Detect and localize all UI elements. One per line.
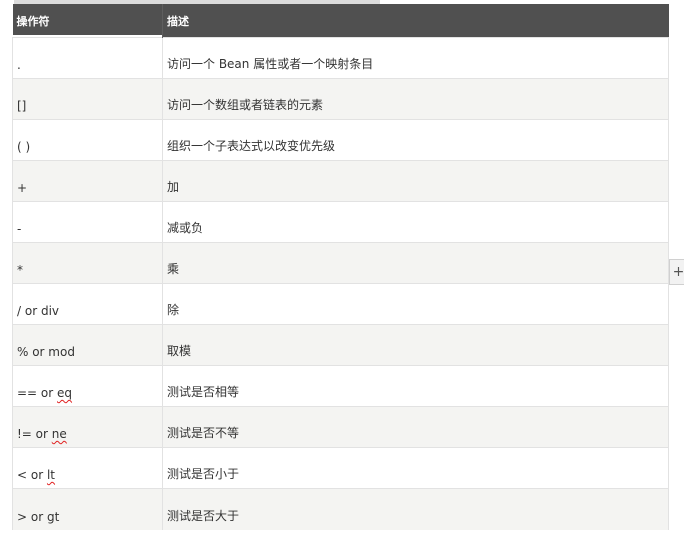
- spellcheck-word[interactable]: ne: [52, 427, 67, 441]
- table-row: . 访问一个 Bean 属性或者一个映射条目: [12, 37, 669, 79]
- description-cell: 访问一个 Bean 属性或者一个映射条目: [162, 37, 669, 79]
- description-cell: 除: [162, 283, 669, 325]
- operator-cell: != or ne: [12, 406, 163, 448]
- operator-cell: > or gt: [12, 488, 163, 530]
- el-operators-table: 操作符 描述 . 访问一个 Bean 属性或者一个映射条目 [] 访问一个数组或…: [12, 4, 669, 530]
- description-cell: 测试是否不等: [162, 406, 669, 448]
- operator-cell: -: [12, 201, 163, 243]
- description-cell: 加: [162, 160, 669, 202]
- description-cell: 测试是否相等: [162, 365, 669, 407]
- document-page: 操作符 描述 . 访问一个 Bean 属性或者一个映射条目 [] 访问一个数组或…: [0, 0, 684, 540]
- operator-cell: / or div: [12, 283, 163, 325]
- operator-cell: []: [12, 78, 163, 120]
- table-row: != or ne 测试是否不等: [12, 406, 669, 448]
- operator-prefix: == or: [17, 386, 58, 400]
- operator-cell: == or eq: [12, 365, 163, 407]
- spellcheck-word[interactable]: eq: [57, 386, 72, 400]
- operator-cell: ( ): [12, 119, 163, 161]
- table-row: / or div 除: [12, 283, 669, 325]
- operator-cell: *: [12, 242, 163, 284]
- description-cell: 测试是否大于: [162, 488, 669, 530]
- header-operator: 操作符: [12, 4, 163, 38]
- table-header-row: 操作符 描述: [12, 4, 669, 38]
- table-row: * 乘: [12, 242, 669, 284]
- operator-cell: +: [12, 160, 163, 202]
- table-row: [] 访问一个数组或者链表的元素: [12, 78, 669, 120]
- plus-icon: +: [672, 264, 684, 280]
- table-row: - 减或负: [12, 201, 669, 243]
- operator-cell: % or mod: [12, 324, 163, 366]
- table-row: == or eq 测试是否相等: [12, 365, 669, 407]
- operator-cell: .: [12, 37, 163, 79]
- description-cell: 取模: [162, 324, 669, 366]
- description-cell: 减或负: [162, 201, 669, 243]
- table-row: > or gt 测试是否大于: [12, 488, 669, 530]
- spellcheck-word[interactable]: lt: [47, 468, 55, 482]
- description-cell: 访问一个数组或者链表的元素: [162, 78, 669, 120]
- description-cell: 测试是否小于: [162, 447, 669, 489]
- description-cell: 组织一个子表达式以改变优先级: [162, 119, 669, 161]
- operator-prefix: < or: [17, 468, 47, 482]
- operator-cell: < or lt: [12, 447, 163, 489]
- operator-prefix: != or: [17, 427, 52, 441]
- description-cell: 乘: [162, 242, 669, 284]
- table-row: + 加: [12, 160, 669, 202]
- table-row: < or lt 测试是否小于: [12, 447, 669, 489]
- header-description: 描述: [162, 4, 669, 38]
- add-column-button[interactable]: +: [669, 259, 684, 285]
- table-row: % or mod 取模: [12, 324, 669, 366]
- table-row: ( ) 组织一个子表达式以改变优先级: [12, 119, 669, 161]
